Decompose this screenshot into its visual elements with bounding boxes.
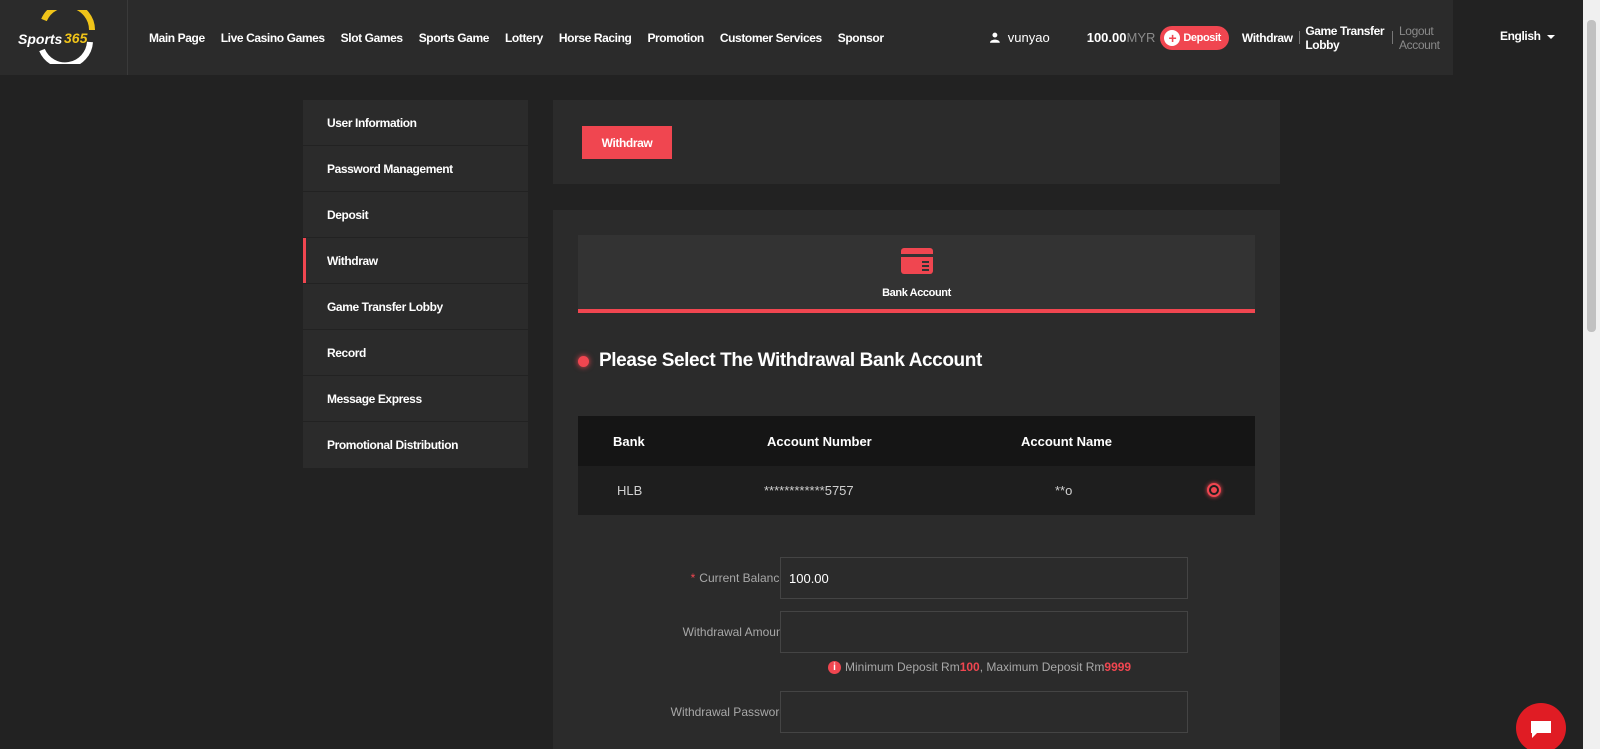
withdrawal-amount-label: Withdrawal Amount <box>682 625 786 639</box>
required-asterisk: * <box>690 571 696 585</box>
account-select-radio[interactable] <box>1207 483 1221 497</box>
account-sidebar: User Information Password Management Dep… <box>303 100 528 468</box>
main-nav: Main Page Live Casino Games Slot Games S… <box>149 0 900 75</box>
balance-currency: MYR <box>1126 30 1156 45</box>
hint-max: 9999 <box>1104 660 1132 674</box>
sidebar-item-label: User Information <box>327 115 417 130</box>
cell-bank: HLB <box>617 483 643 498</box>
method-label: Bank Account <box>882 287 951 299</box>
deposit-button[interactable]: + Deposit <box>1160 25 1229 50</box>
hint-min: 100 <box>959 660 980 674</box>
language-selector[interactable]: English <box>1500 29 1555 43</box>
header-account-name: Account Name <box>1021 433 1113 449</box>
method-active-indicator <box>578 309 1255 313</box>
header-bank: Bank <box>613 433 645 449</box>
bullet-dot-icon <box>578 355 589 367</box>
current-balance-field[interactable] <box>780 557 1188 599</box>
header-account-number: Account Number <box>767 433 872 449</box>
withdrawal-amount-input[interactable] <box>780 611 1188 653</box>
svg-text:Sports: Sports <box>18 31 63 47</box>
bank-account-table: Bank Account Number Account Name HLB ***… <box>578 416 1255 515</box>
sidebar-item-label: Record <box>327 345 366 360</box>
hint-prefix: Minimum Deposit Rm <box>845 660 960 674</box>
deposit-button-label: Deposit <box>1183 31 1221 44</box>
balance-amount: 100.00 <box>1086 30 1127 45</box>
nav-horse-racing[interactable]: Horse Racing <box>559 31 632 45</box>
nav-sports-game[interactable]: Sports Game <box>419 31 490 45</box>
section-title-text: Please Select The Withdrawal Bank Accoun… <box>599 350 982 371</box>
sidebar-item-label: Message Express <box>327 391 422 406</box>
sidebar-item-label: Password Management <box>327 161 453 176</box>
nav-promotion[interactable]: Promotion <box>647 31 704 45</box>
sidebar-item-label: Promotional Distribution <box>327 438 459 452</box>
cell-account-name: **o <box>1055 483 1073 498</box>
tab-panel: Withdraw <box>553 100 1280 184</box>
plus-icon: + <box>1164 29 1181 46</box>
sidebar-item-label: Deposit <box>327 207 369 222</box>
bank-card-icon <box>901 248 933 274</box>
sidebar-item-game-transfer-lobby[interactable]: Game Transfer Lobby <box>303 284 528 330</box>
sidebar-item-withdraw[interactable]: Withdraw <box>303 238 528 284</box>
table-row[interactable]: HLB ************5757 **o <box>578 466 1255 515</box>
sports365-logo-icon: Sports 365 <box>18 10 96 64</box>
withdrawal-password-label: Withdrawal Password <box>670 705 786 719</box>
svg-text:365: 365 <box>64 30 88 46</box>
brand-logo[interactable]: Sports 365 <box>0 0 128 75</box>
game-transfer-lobby-link[interactable]: Game Transfer Lobby <box>1305 24 1386 52</box>
sidebar-item-promotional-distribution[interactable]: Promotional Distribution <box>303 422 528 468</box>
amount-limit-hint: i Minimum Deposit Rm 100, Maximum Deposit… <box>828 660 1131 674</box>
page-scrollbar[interactable] <box>1583 0 1600 749</box>
nav-live-casino[interactable]: Live Casino Games <box>221 31 325 45</box>
withdraw-link[interactable]: Withdraw <box>1242 31 1293 45</box>
username: vunyao <box>1007 30 1050 45</box>
nav-main-page[interactable]: Main Page <box>149 31 205 45</box>
scrollbar-thumb[interactable] <box>1587 20 1596 332</box>
info-icon: i <box>828 660 841 674</box>
sidebar-item-user-information[interactable]: User Information <box>303 100 528 146</box>
divider <box>1298 31 1300 44</box>
sidebar-item-label: Game Transfer Lobby <box>327 299 443 314</box>
divider <box>1392 31 1394 44</box>
sidebar-item-deposit[interactable]: Deposit <box>303 192 528 238</box>
current-balance-label: * Current Balance <box>690 571 786 585</box>
withdraw-panel: Bank Account Please Select The Withdrawa… <box>553 210 1280 749</box>
live-chat-button[interactable] <box>1516 703 1566 749</box>
withdrawal-password-input[interactable] <box>780 691 1188 733</box>
chevron-down-icon <box>1546 34 1555 39</box>
sidebar-item-label: Withdraw <box>327 253 378 268</box>
language-label: English <box>1500 29 1541 43</box>
chat-bubble-icon <box>1531 721 1551 738</box>
table-header: Bank Account Number Account Name <box>578 416 1255 466</box>
nav-sponsor[interactable]: Sponsor <box>838 31 884 45</box>
sidebar-item-record[interactable]: Record <box>303 330 528 376</box>
user-area: vunyao 100.00 MYR + Deposit Withdraw Gam… <box>990 0 1453 75</box>
top-header: Sports 365 Main Page Live Casino Games S… <box>0 0 1453 75</box>
section-title: Please Select The Withdrawal Bank Accoun… <box>578 350 982 372</box>
nav-customer-services[interactable]: Customer Services <box>720 31 822 45</box>
cell-account-number: ************5757 <box>764 483 854 498</box>
nav-lottery[interactable]: Lottery <box>505 31 543 45</box>
method-bank-account[interactable]: Bank Account <box>578 235 1255 309</box>
sidebar-item-password-management[interactable]: Password Management <box>303 146 528 192</box>
hint-mid: , Maximum Deposit Rm <box>979 660 1105 674</box>
tab-withdraw[interactable]: Withdraw <box>582 126 672 159</box>
user-icon <box>990 32 1000 43</box>
nav-slot-games[interactable]: Slot Games <box>341 31 403 45</box>
sidebar-item-message-express[interactable]: Message Express <box>303 376 528 422</box>
logout-link[interactable]: Logout Account <box>1399 24 1453 52</box>
